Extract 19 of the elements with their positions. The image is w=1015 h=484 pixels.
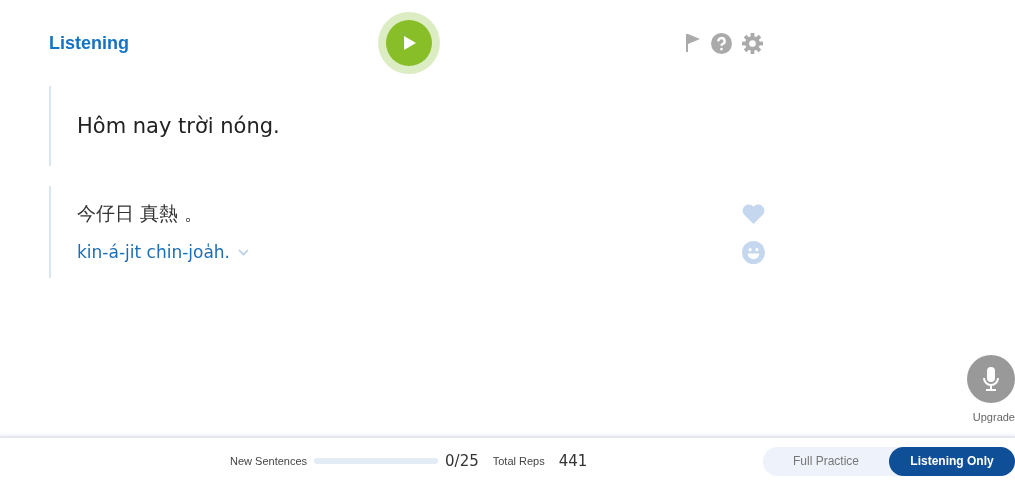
microphone-icon <box>981 366 1001 392</box>
upgrade-label: Upgrade <box>972 411 1015 423</box>
mode-tab[interactable]: Full Practice <box>763 446 889 476</box>
total-reps-label: Total Reps <box>492 455 545 467</box>
help-icon[interactable] <box>711 32 732 54</box>
mode-tab[interactable]: Listening Only <box>889 446 1015 476</box>
smiley-icon[interactable] <box>742 240 765 264</box>
romanization-toggle[interactable]: kin-á-jit chin-joa̍h. <box>77 242 250 262</box>
prompt-sentence: Hôm nay trời nóng. <box>77 114 281 138</box>
settings-icon[interactable] <box>742 32 763 54</box>
answer-characters: 今仔日 真熱 。 <box>77 200 204 226</box>
heart-icon[interactable] <box>742 203 765 224</box>
total-reps-count: 441 <box>558 452 588 470</box>
flag-icon[interactable] <box>685 33 701 53</box>
chevron-icon <box>238 248 250 256</box>
new-sentences-label: New Sentences <box>230 455 308 467</box>
page-title: Listening <box>49 32 130 54</box>
microphone-button[interactable] <box>967 355 1015 403</box>
sentence-count: 0/25 <box>445 452 479 470</box>
